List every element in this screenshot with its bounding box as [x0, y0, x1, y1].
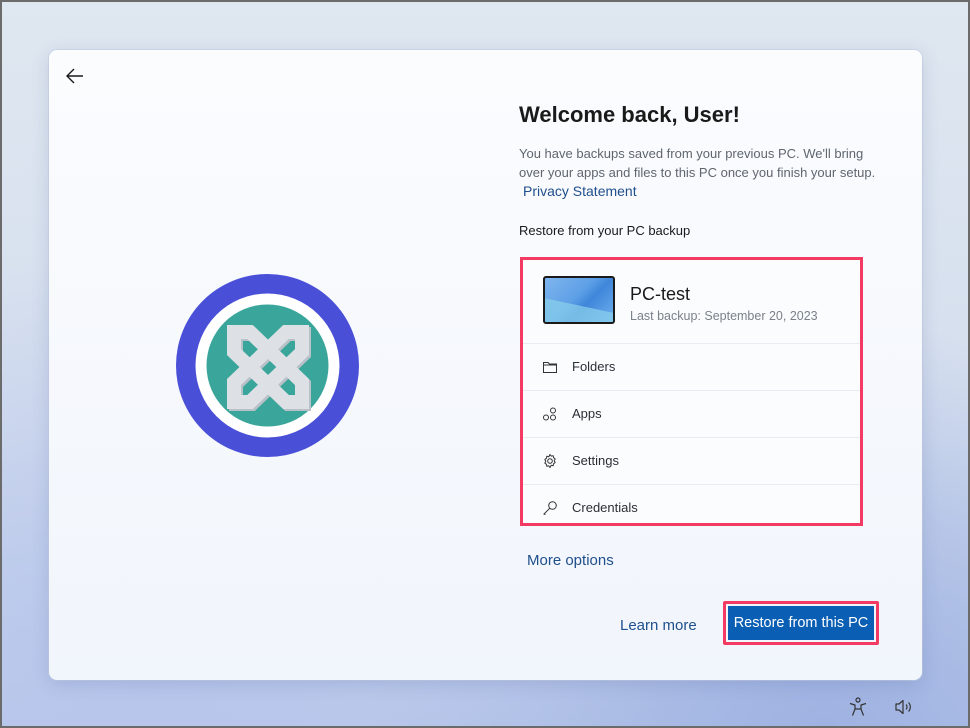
- backup-card: PC-test Last backup: September 20, 2023 …: [520, 257, 863, 526]
- item-label: Credentials: [572, 500, 638, 515]
- restore-button-highlight: Restore from this PC: [723, 601, 879, 645]
- accessibility-icon: [849, 697, 867, 716]
- last-backup-date: Last backup: September 20, 2023: [630, 309, 818, 323]
- knot-logo-icon: [176, 274, 359, 457]
- backup-item-folders: Folders: [523, 344, 860, 391]
- backup-item-credentials: Credentials: [523, 485, 860, 531]
- more-options-link[interactable]: More options: [527, 552, 614, 569]
- arrow-left-icon: [66, 68, 83, 84]
- section-label: Restore from your PC backup: [519, 223, 691, 238]
- pc-thumbnail: [543, 276, 615, 324]
- pc-backup-row[interactable]: PC-test Last backup: September 20, 2023: [523, 260, 860, 344]
- back-button[interactable]: [63, 64, 87, 88]
- setup-card: Welcome back, User! You have backups sav…: [49, 50, 922, 680]
- key-icon: [543, 501, 557, 515]
- backup-item-settings: Settings: [523, 438, 860, 485]
- apps-icon: [543, 407, 556, 421]
- description: You have backups saved from your previou…: [519, 144, 879, 201]
- page-title: Welcome back, User!: [519, 102, 740, 127]
- volume-button[interactable]: [893, 696, 915, 718]
- gear-icon: [544, 454, 556, 468]
- restore-from-this-pc-button[interactable]: Restore from this PC: [728, 606, 874, 640]
- volume-icon: [895, 699, 911, 715]
- item-label: Folders: [572, 359, 616, 374]
- learn-more-link[interactable]: Learn more: [620, 617, 697, 634]
- backup-item-apps: Apps: [523, 391, 860, 438]
- brand-logo: [176, 274, 359, 457]
- description-text: You have backups saved from your previou…: [519, 146, 876, 180]
- item-label: Apps: [572, 406, 602, 421]
- item-label: Settings: [572, 453, 619, 468]
- pc-name: PC-test: [630, 284, 691, 304]
- accessibility-button[interactable]: [847, 696, 869, 718]
- privacy-statement-link[interactable]: Privacy Statement: [523, 183, 637, 199]
- folder-icon: [543, 362, 557, 373]
